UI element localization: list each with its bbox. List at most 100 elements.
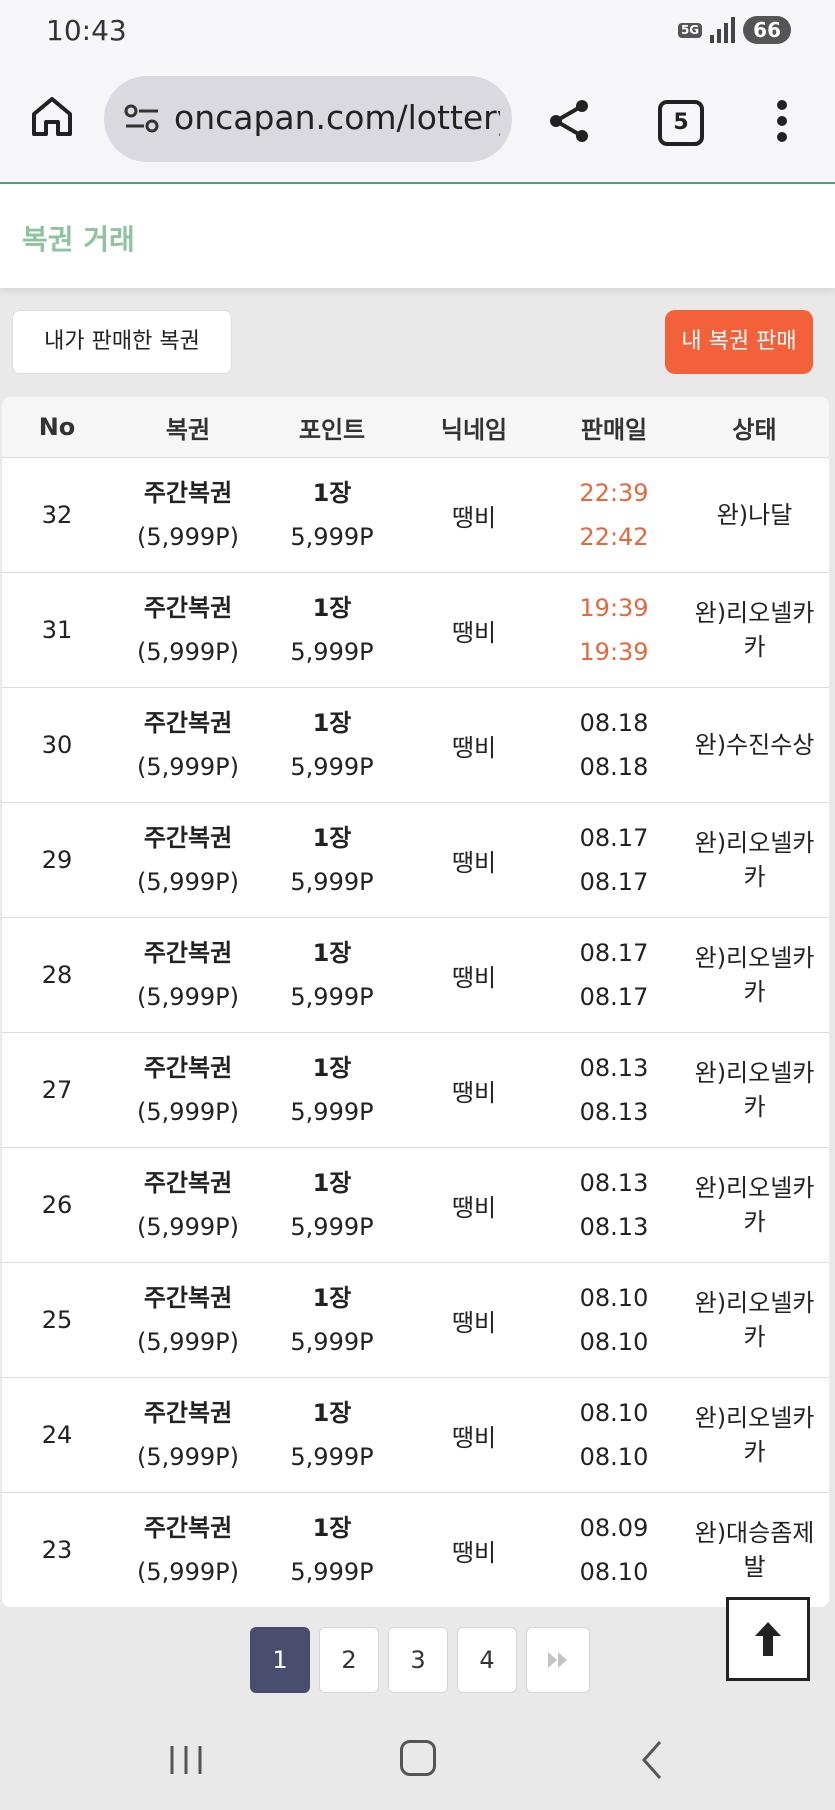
network-5g-icon: 5G [677,22,703,38]
row-no: 31 [41,616,73,644]
lottery-price: (5,999P) [137,1558,239,1586]
points: 5,999P [290,1098,374,1126]
nickname: 땡비 [451,1308,497,1337]
nickname: 땡비 [451,1078,497,1107]
nickname: 땡비 [451,618,497,647]
lottery-price: (5,999P) [137,638,239,666]
page-4-button[interactable]: 4 [457,1627,517,1693]
points: 5,999P [290,1328,374,1356]
lottery-name[interactable]: 주간복권 [144,816,232,860]
sale-date-end: 22:42 [579,523,649,551]
status-icons: 5G 66 [677,16,791,44]
page-3-button[interactable]: 3 [388,1627,448,1693]
page-title: 복권 거래 [22,223,135,256]
tab-switcher-button[interactable]: 5 [658,100,704,146]
ticket-qty: 1장 [312,1399,352,1427]
ticket-qty: 1장 [312,1054,352,1082]
status-text: 완)리오넬카카 [694,1404,815,1466]
lottery-name[interactable]: 주간복권 [144,586,232,630]
lottery-name[interactable]: 주간복권 [144,701,232,745]
system-nav-bar [0,1708,835,1810]
table-row[interactable]: 29 주간복권 (5,999P) 1장 5,999P 땡비 08.17 08.17 완… [2,803,829,918]
sale-date-end: 08.13 [579,1098,649,1126]
lottery-name[interactable]: 주간복권 [144,471,232,515]
sale-date-start: 08.10 [579,1284,649,1312]
row-no: 27 [41,1076,73,1104]
header-lottery: 복권 [165,415,211,444]
status-text: 완)대승좀제발 [694,1519,815,1581]
sell-my-lottery-button[interactable]: 내 복권 판매 [665,310,813,374]
lottery-name[interactable]: 주간복권 [144,1276,232,1320]
row-no: 32 [41,501,73,529]
nav-home-icon[interactable] [400,1740,436,1776]
status-text: 완)리오넬카카 [694,599,815,661]
sale-date-end: 08.17 [579,983,649,1011]
status-bar: 10:43 5G 66 [0,0,835,62]
row-no: 26 [41,1191,73,1219]
share-icon[interactable] [546,98,592,144]
table-row[interactable]: 25 주간복권 (5,999P) 1장 5,999P 땡비 08.10 08.10 완… [2,1263,829,1378]
nickname: 땡비 [451,848,497,877]
sale-date-start: 22:39 [579,479,649,507]
signal-icon [710,17,736,43]
site-settings-icon[interactable] [124,104,160,134]
back-icon[interactable] [640,1738,664,1782]
recents-icon[interactable] [168,1744,204,1776]
sale-date-start: 08.09 [579,1514,649,1542]
nickname: 땡비 [451,1193,497,1222]
lottery-name[interactable]: 주간복권 [144,1391,232,1435]
sale-date-end: 08.13 [579,1213,649,1241]
sale-date-start: 08.13 [579,1169,649,1197]
page-2-button[interactable]: 2 [319,1627,379,1693]
table-row[interactable]: 32 주간복권 (5,999P) 1장 5,999P 땡비 22:39 22:42 완… [2,458,829,573]
lottery-price: (5,999P) [137,1098,239,1126]
my-sold-lottery-button[interactable]: 내가 판매한 복권 [12,310,232,374]
browser-toolbar: oncapan.com/lottery 5 [0,62,835,184]
sale-date-end: 08.17 [579,868,649,896]
ticket-qty: 1장 [312,939,352,967]
pagination: 1 2 3 4 [250,1627,590,1693]
row-no: 23 [41,1536,73,1564]
table-row[interactable]: 23 주간복권 (5,999P) 1장 5,999P 땡비 08.09 08.10 완… [2,1493,829,1607]
address-bar[interactable]: oncapan.com/lottery [104,76,512,162]
status-text: 완)리오넬카카 [694,1289,815,1351]
row-no: 24 [41,1421,73,1449]
lottery-name[interactable]: 주간복권 [144,1161,232,1205]
sale-date-start: 08.17 [579,824,649,852]
sale-date-end: 08.10 [579,1443,649,1471]
status-text: 완)리오넬카카 [694,1059,815,1121]
lottery-price: (5,999P) [137,1443,239,1471]
table-row[interactable]: 26 주간복권 (5,999P) 1장 5,999P 땡비 08.13 08.13 완… [2,1148,829,1263]
points: 5,999P [290,1558,374,1586]
url-text[interactable]: oncapan.com/lottery [174,98,500,137]
header-nickname: 닉네임 [440,415,508,444]
ticket-qty: 1장 [312,594,352,622]
sale-date-end: 08.10 [579,1328,649,1356]
table-row[interactable]: 30 주간복권 (5,999P) 1장 5,999P 땡비 08.18 08.18 완… [2,688,829,803]
table-row[interactable]: 28 주간복권 (5,999P) 1장 5,999P 땡비 08.17 08.17 완… [2,918,829,1033]
more-options-icon[interactable] [764,98,800,144]
points: 5,999P [290,868,374,896]
header-point: 포인트 [298,415,366,444]
row-no: 30 [41,731,73,759]
home-icon[interactable] [30,94,74,138]
lottery-name[interactable]: 주간복권 [144,1506,232,1550]
ticket-qty: 1장 [312,1169,352,1197]
lottery-name[interactable]: 주간복권 [144,931,232,975]
arrow-up-icon [755,1622,781,1656]
status-time: 10:43 [46,14,127,47]
sale-date-start: 08.17 [579,939,649,967]
lottery-price: (5,999P) [137,1213,239,1241]
page-1-button[interactable]: 1 [250,1627,310,1693]
table-row[interactable]: 24 주간복권 (5,999P) 1장 5,999P 땡비 08.10 08.10 완… [2,1378,829,1493]
last-page-button[interactable] [526,1627,590,1693]
row-no: 29 [41,846,73,874]
table-row[interactable]: 31 주간복권 (5,999P) 1장 5,999P 땡비 19:39 19:39 완… [2,573,829,688]
scroll-to-top-button[interactable] [726,1597,810,1681]
lottery-name[interactable]: 주간복권 [144,1046,232,1090]
sale-date-start: 08.10 [579,1399,649,1427]
row-no: 25 [41,1306,73,1334]
table-row[interactable]: 27 주간복권 (5,999P) 1장 5,999P 땡비 08.13 08.13 완… [2,1033,829,1148]
nickname: 땡비 [451,733,497,762]
ticket-qty: 1장 [312,824,352,852]
